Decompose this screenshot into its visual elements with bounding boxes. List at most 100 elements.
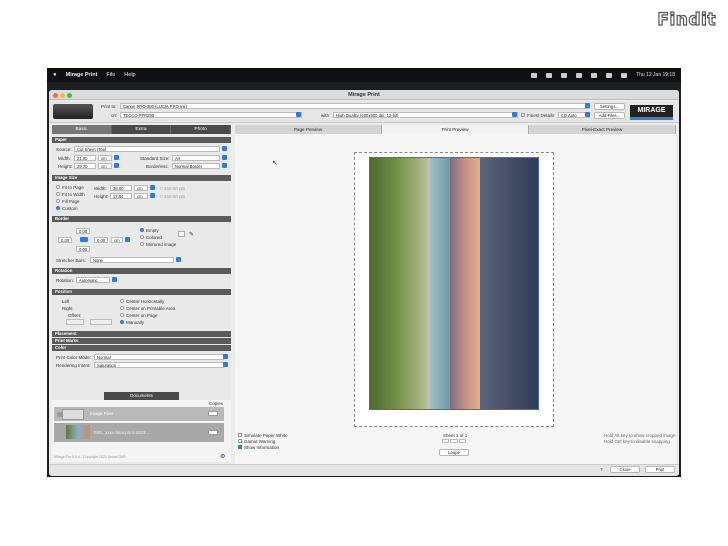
eyedropper-icon[interactable]: ✎ (189, 231, 194, 238)
search-icon[interactable] (621, 72, 628, 78)
center-horizontally-radio[interactable] (120, 299, 124, 303)
cd-select-arrow-icon[interactable] (585, 112, 590, 117)
close-button[interactable]: Close (610, 466, 640, 473)
tab-page-preview[interactable]: Page Preview (235, 125, 382, 134)
copies-field[interactable] (208, 411, 218, 416)
rotation-select[interactable]: Automatic (76, 277, 110, 283)
link-border-icon[interactable] (80, 237, 88, 242)
color-section-header[interactable]: Color (52, 345, 231, 351)
copies-field[interactable] (208, 430, 218, 435)
image-width-unit[interactable]: cm (134, 185, 148, 191)
tab-print-preview[interactable]: Print Preview (382, 125, 529, 134)
help-button[interactable]: ? (600, 467, 603, 472)
colored-radio[interactable] (140, 235, 144, 239)
minimize-window-icon[interactable] (60, 93, 65, 98)
tab-basic[interactable]: Basic (52, 125, 112, 134)
position-section-header[interactable]: Position (52, 289, 231, 295)
documents-tab[interactable]: Documents (104, 392, 179, 400)
printer-select-arrow-icon[interactable] (585, 103, 590, 108)
simulate-paper-checkbox[interactable] (238, 433, 242, 437)
apple-icon[interactable]: ● (53, 72, 57, 78)
gamut-warning-checkbox[interactable] (238, 439, 242, 443)
menu-file[interactable]: File (106, 72, 115, 78)
paper-height-input[interactable]: 29.70 (74, 163, 96, 169)
sheet-navigation[interactable] (442, 439, 466, 443)
borderless-arrow-icon[interactable] (222, 163, 227, 168)
center-page-radio[interactable] (120, 313, 124, 317)
border-top-input[interactable]: 0.00 (76, 228, 90, 234)
wifi-icon[interactable] (576, 72, 583, 78)
print-marks-section-header[interactable]: Print Marks (52, 338, 231, 344)
paper-width-unit[interactable]: cm (98, 155, 112, 161)
quality-select[interactable]: High Quality (600x600 dpi, 12-bit) (333, 112, 518, 118)
unit-arrow-icon[interactable] (125, 237, 130, 242)
center-printable-radio[interactable] (120, 306, 124, 310)
unit-arrow-icon[interactable] (114, 155, 119, 160)
image-height-unit[interactable]: cm (134, 193, 148, 199)
border-left-input[interactable]: 0.00 (58, 237, 72, 243)
rendering-intent-arrow-icon[interactable] (223, 362, 228, 367)
tab-pixel-exact-preview[interactable]: Pixel-Exact Preview (529, 125, 676, 134)
fill-page-radio[interactable] (56, 199, 60, 203)
border-right-input[interactable]: 0.00 (94, 237, 108, 243)
zoom-window-icon[interactable] (67, 93, 72, 98)
loupe-button[interactable]: Loupe (439, 449, 469, 456)
empty-radio[interactable] (140, 228, 144, 232)
quality-select-arrow-icon[interactable] (512, 112, 517, 117)
photo-preview[interactable] (369, 157, 539, 410)
stretcher-bars-select[interactable]: None (90, 257, 174, 263)
offset-y-input[interactable] (90, 319, 112, 325)
menubar-app-name[interactable]: Mirage Print (66, 72, 98, 78)
profile-select[interactable]: TECCO PFR295 (120, 112, 302, 118)
image-width-input[interactable]: 38.00 (110, 185, 132, 191)
rotation-arrow-icon[interactable] (112, 277, 117, 282)
custom-radio[interactable] (56, 206, 60, 210)
profile-select-arrow-icon[interactable] (296, 112, 301, 117)
image-height-input[interactable]: 17.54 (110, 193, 132, 199)
volume-icon[interactable] (606, 72, 613, 78)
gear-icon[interactable]: ⚙ (220, 453, 225, 460)
finest-details-checkbox[interactable] (521, 113, 525, 117)
status-icon[interactable] (561, 72, 568, 78)
tab-photo[interactable]: Photo (171, 125, 232, 134)
unit-arrow-icon[interactable] (150, 185, 155, 190)
stretcher-arrow-icon[interactable] (176, 257, 181, 262)
menu-help[interactable]: Help (124, 72, 135, 78)
color-mode-select[interactable]: Normal (94, 354, 224, 360)
status-icon[interactable] (546, 72, 553, 78)
unit-arrow-icon[interactable] (150, 193, 155, 198)
color-mode-arrow-icon[interactable] (223, 354, 228, 359)
border-bottom-input[interactable]: 0.00 (76, 246, 90, 252)
printer-select[interactable]: Canon PRO-300 (LUCIA PRO Ink) (120, 103, 590, 109)
standard-size-select[interactable]: A4 (172, 155, 220, 161)
manually-radio[interactable] (120, 320, 124, 324)
source-select[interactable]: Cut Sheet (Top) (74, 146, 220, 152)
border-unit[interactable]: cm (111, 237, 123, 243)
rotation-section-header[interactable]: Rotation (52, 268, 231, 274)
tab-extra[interactable]: Extra (112, 125, 172, 134)
color-swatch[interactable] (178, 231, 185, 237)
paper-section-header[interactable]: Paper (52, 137, 231, 143)
menubar-clock[interactable]: Thu 12 Jan 19:18 (636, 72, 675, 78)
paper-height-unit[interactable]: cm (98, 163, 112, 169)
fit-to-page-radio[interactable] (56, 185, 60, 189)
bluetooth-icon[interactable] (591, 72, 598, 78)
paper-width-input[interactable]: 21.00 (74, 155, 96, 161)
borderless-select[interactable]: Normal Border (172, 163, 220, 169)
add-files-button[interactable]: Add Files... (594, 112, 625, 119)
rendering-intent-select[interactable]: Saturation (94, 362, 224, 368)
show-information-checkbox[interactable] (238, 445, 242, 449)
print-button[interactable]: Print (645, 466, 675, 473)
placement-section-header[interactable]: Placement (52, 331, 231, 337)
fit-to-width-radio[interactable] (56, 192, 60, 196)
border-section-header[interactable]: Border (52, 216, 231, 222)
standard-size-arrow-icon[interactable] (222, 155, 227, 160)
unit-arrow-icon[interactable] (114, 163, 119, 168)
image-size-section-header[interactable]: Image Size (52, 175, 231, 181)
close-window-icon[interactable] (53, 93, 58, 98)
mirrored-radio[interactable] (140, 242, 144, 246)
settings-button[interactable]: Settings... (594, 103, 625, 110)
offset-x-input[interactable] (66, 319, 84, 325)
status-icon[interactable] (531, 72, 538, 78)
source-arrow-icon[interactable] (222, 146, 227, 151)
